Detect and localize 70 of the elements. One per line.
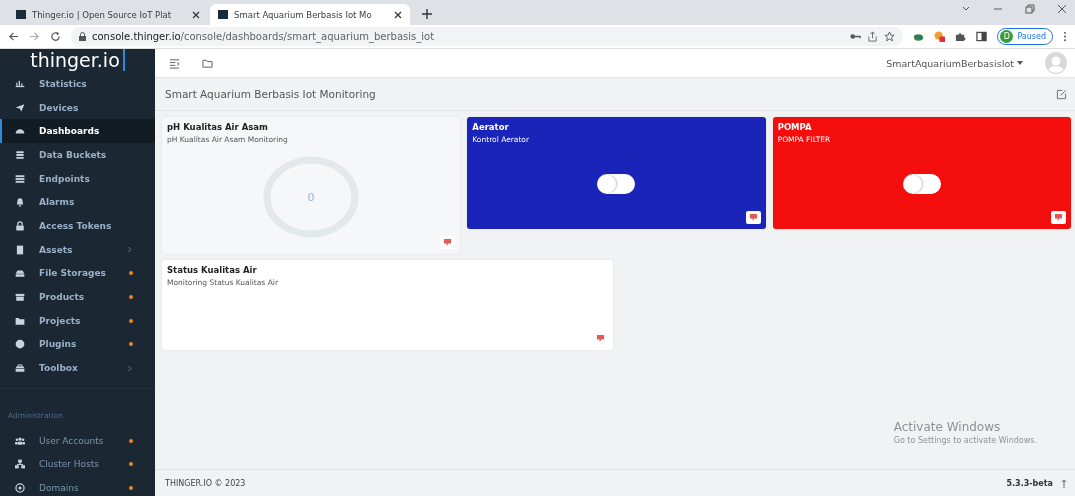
- sidebar-item[interactable]: Dashboards: [0, 119, 155, 144]
- feedback-button[interactable]: [745, 211, 761, 224]
- user-menu[interactable]: SmartAquariumBerbasisIot: [886, 57, 1023, 69]
- key-icon[interactable]: [850, 31, 862, 42]
- sidebar-item[interactable]: Domains: [0, 476, 155, 496]
- widget-title: Status Kualitas Air: [167, 265, 258, 275]
- sidebar-item[interactable]: Products: [0, 285, 155, 309]
- folder-icon[interactable]: [202, 57, 213, 69]
- notice-title: Activate Windows: [893, 420, 1002, 434]
- box-icon: [15, 292, 25, 303]
- caret-icon[interactable]: [1017, 61, 1023, 65]
- browser-tab[interactable]: Smart Aquarium Berbasis Iot Mo: [210, 4, 410, 25]
- network-icon: [15, 459, 25, 470]
- sidebar-item[interactable]: File Storages: [0, 261, 155, 286]
- lock-icon: [15, 220, 25, 231]
- sidebar-item[interactable]: Endpoints: [0, 166, 155, 191]
- gauge-icon: [15, 126, 25, 137]
- sidebar-item[interactable]: Plugins: [0, 332, 155, 357]
- widget-title: pH Kualitas Air Asam: [167, 122, 269, 132]
- dashboard-title: Smart Aquarium Berbasis Iot Monitoring: [165, 88, 377, 100]
- sidebar-item[interactable]: Projects: [0, 308, 155, 333]
- extension-icon[interactable]: [934, 31, 946, 42]
- reload-icon[interactable]: [50, 31, 61, 42]
- toggle-switch[interactable]: [902, 174, 941, 194]
- bell-icon: [15, 197, 25, 208]
- sidebar-item[interactable]: User Accounts: [0, 428, 155, 453]
- side-panel-icon[interactable]: [976, 31, 988, 42]
- sidebar-item[interactable]: Data Buckets: [0, 143, 155, 167]
- sidebar-item[interactable]: Toolbox: [0, 356, 155, 380]
- widget-title: POMPA: [777, 122, 813, 132]
- toolbox-icon: [15, 363, 25, 374]
- edit-icon[interactable]: [1056, 88, 1067, 100]
- close-icon[interactable]: [1057, 4, 1067, 14]
- widget-title: Aerator: [472, 122, 510, 132]
- address-bar[interactable]: console.thinger.io/console/dashboards/smart_aquarium_berbasis_iot: [71, 27, 904, 46]
- bar-chart-icon: [15, 78, 25, 89]
- lock-icon: [79, 32, 86, 41]
- favicon-icon: [218, 10, 228, 19]
- sidebar-item[interactable]: Assets: [0, 237, 155, 262]
- restore-icon[interactable]: [1025, 4, 1035, 14]
- sidebar-item[interactable]: Access Tokens: [0, 214, 155, 238]
- users-icon: [15, 435, 25, 446]
- folder-icon: [15, 315, 25, 326]
- sidebar-item[interactable]: Cluster Hosts: [0, 452, 155, 477]
- toggle-switch[interactable]: [597, 174, 636, 194]
- arrow-up-icon[interactable]: [1061, 478, 1067, 488]
- back-icon[interactable]: [8, 31, 19, 42]
- new-tab-icon[interactable]: [422, 9, 432, 19]
- send-icon: [15, 102, 25, 113]
- donut-gauge: 0: [262, 154, 361, 239]
- logo[interactable]: thinger.io: [30, 49, 125, 71]
- share-icon[interactable]: [867, 31, 879, 42]
- drive-icon: [15, 268, 25, 279]
- browser-tab[interactable]: Thinger.io | Open Source IoT Plat: [8, 4, 208, 25]
- menu-icon[interactable]: [169, 57, 180, 69]
- notice-text: Go to Settings to activate Windows.: [893, 436, 1037, 445]
- close-icon[interactable]: [192, 10, 200, 19]
- at-icon: [15, 483, 25, 494]
- kebab-menu-icon[interactable]: [1063, 31, 1067, 42]
- star-icon[interactable]: [884, 31, 896, 42]
- version-label: 5.3.3-beta: [1006, 478, 1053, 488]
- list-icon: [15, 173, 25, 184]
- sidebar-item[interactable]: Statistics: [0, 72, 155, 96]
- close-icon[interactable]: [394, 10, 402, 19]
- sidebar-item[interactable]: Devices: [0, 95, 155, 120]
- database-icon: [15, 149, 25, 160]
- sidebar-item[interactable]: Alarms: [0, 190, 155, 215]
- copyright-text: THINGER.IO © 2023: [165, 478, 246, 488]
- puzzle-icon[interactable]: [955, 31, 967, 42]
- favicon-icon: [16, 10, 26, 19]
